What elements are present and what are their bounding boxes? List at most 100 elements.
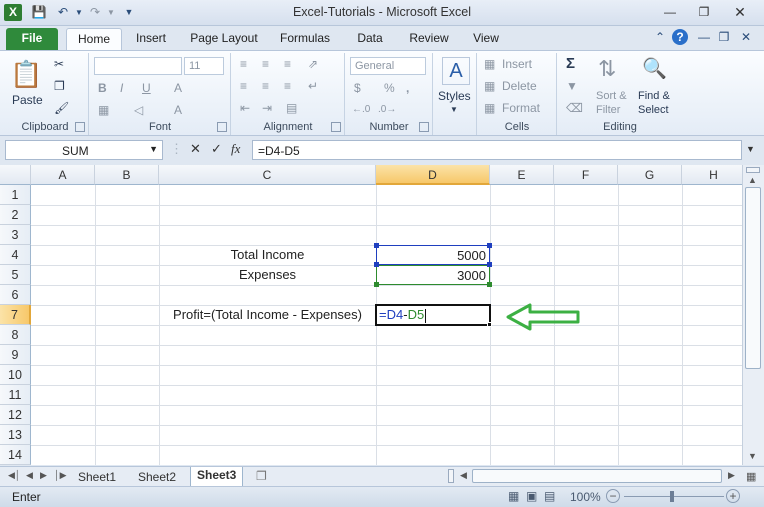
row-header-2[interactable]: 2 (0, 205, 31, 225)
vertical-scrollbar[interactable]: ▲ ▼ (742, 165, 764, 465)
tab-split-handle[interactable] (448, 469, 454, 483)
formula-input[interactable]: =D4-D5 (252, 140, 742, 160)
restore-icon[interactable]: ❐ (692, 4, 716, 20)
bold-button[interactable]: B (98, 79, 107, 97)
row-header-14[interactable]: 14 (0, 445, 31, 465)
cell-d4[interactable]: 5000 (376, 245, 490, 265)
last-sheet-icon[interactable]: │▶ (54, 470, 67, 481)
underline-button[interactable]: U (142, 79, 151, 97)
ref-handle[interactable] (487, 262, 492, 267)
zoom-track[interactable] (624, 496, 724, 497)
ref-handle[interactable] (374, 243, 379, 248)
align-left-icon[interactable]: ≡ (240, 77, 247, 95)
align-middle-icon[interactable]: ≡ (262, 55, 269, 73)
tab-formulas[interactable]: Formulas (272, 28, 338, 50)
sort-filter-label-2[interactable]: Filter (596, 101, 620, 119)
merge-center-icon[interactable]: ▤ (286, 99, 297, 117)
clipboard-launcher-icon[interactable] (75, 122, 85, 132)
autosum-button[interactable]: Σ (566, 55, 575, 73)
column-header-e[interactable]: E (490, 165, 554, 185)
workbook-close-icon[interactable]: ✕ (738, 29, 754, 45)
clear-icon[interactable]: ⌫ (566, 99, 583, 117)
grow-font-button[interactable]: A (174, 79, 182, 97)
row-header-4[interactable]: 4 (0, 245, 31, 265)
copy-icon[interactable]: ❐ (54, 77, 65, 95)
column-header-c[interactable]: C (159, 165, 376, 185)
scroll-left-icon[interactable]: ◀ (460, 470, 467, 481)
help-icon[interactable]: ? (672, 29, 688, 45)
select-all-corner[interactable] (0, 165, 31, 185)
align-center-icon[interactable]: ≡ (262, 77, 269, 95)
scroll-down-icon[interactable]: ▼ (748, 451, 757, 461)
active-cell-d7[interactable]: =D4-D5 (375, 304, 491, 326)
row-header-1[interactable]: 1 (0, 185, 31, 205)
orientation-icon[interactable]: ⇗ (308, 55, 318, 73)
paste-icon[interactable]: 📋 (10, 55, 44, 93)
cell-c4[interactable]: Total Income (159, 245, 376, 265)
sort-filter-icon[interactable]: ⇅ (598, 55, 616, 83)
comma-button[interactable]: , (406, 79, 409, 97)
row-header-9[interactable]: 9 (0, 345, 31, 365)
column-header-a[interactable]: A (31, 165, 95, 185)
expand-formula-bar-icon[interactable]: ▼ (746, 144, 755, 154)
find-select-label-2[interactable]: Select (638, 101, 669, 119)
increase-decimal-icon[interactable]: ←.0 (352, 101, 370, 119)
alignment-launcher-icon[interactable] (331, 122, 341, 132)
scroll-right-icon[interactable]: ▶ (728, 470, 735, 481)
prev-sheet-icon[interactable]: ◀ (26, 470, 33, 481)
cell-c5[interactable]: Expenses (159, 265, 376, 285)
sheet-tab-2[interactable]: Sheet2 (132, 469, 182, 485)
column-header-g[interactable]: G (618, 165, 682, 185)
currency-button[interactable]: $ (354, 79, 361, 97)
name-box-dropdown-icon[interactable]: ▼ (149, 144, 158, 154)
font-color-icon[interactable]: A (174, 101, 182, 119)
page-break-view-icon[interactable]: ▤ (544, 489, 555, 503)
sheet-tab-1[interactable]: Sheet1 (72, 469, 122, 485)
scroll-up-icon[interactable]: ▲ (748, 175, 757, 185)
tab-file[interactable]: File (6, 28, 58, 50)
tab-data[interactable]: Data (346, 28, 394, 50)
ref-handle[interactable] (487, 282, 492, 287)
tab-view[interactable]: View (462, 28, 510, 50)
minimize-icon[interactable]: — (658, 4, 682, 20)
align-bottom-icon[interactable]: ≡ (284, 55, 291, 73)
next-sheet-icon[interactable]: ▶ (40, 470, 47, 481)
column-header-d[interactable]: D (376, 165, 490, 185)
row-header-10[interactable]: 10 (0, 365, 31, 385)
wrap-text-icon[interactable]: ↵ (308, 77, 318, 95)
delete-cells-button[interactable]: Delete (502, 77, 537, 95)
align-right-icon[interactable]: ≡ (284, 77, 291, 95)
delete-cells-icon[interactable]: ▦ (484, 77, 495, 95)
fill-handle[interactable] (487, 322, 492, 327)
format-cells-icon[interactable]: ▦ (484, 99, 495, 117)
worksheet-grid[interactable]: A B C D E F G H 1 2 3 4 5 6 7 8 9 10 11 … (0, 165, 742, 465)
align-top-icon[interactable]: ≡ (240, 55, 247, 73)
fill-color-icon[interactable]: ◁ (134, 101, 143, 119)
page-layout-view-icon[interactable]: ▣ (526, 489, 537, 503)
close-icon[interactable]: ✕ (728, 4, 752, 20)
insert-function-icon[interactable]: fx (231, 141, 240, 157)
tab-page-layout[interactable]: Page Layout (184, 28, 264, 50)
column-header-f[interactable]: F (554, 165, 618, 185)
font-name-select[interactable] (94, 57, 182, 75)
row-header-7[interactable]: 7 (0, 305, 31, 325)
vertical-scroll-thumb[interactable] (745, 187, 761, 369)
name-box[interactable]: SUM ▼ (5, 140, 163, 160)
fill-icon[interactable]: ▼ (566, 77, 578, 95)
borders-icon[interactable]: ▦ (98, 101, 109, 119)
row-header-13[interactable]: 13 (0, 425, 31, 445)
cell-d5[interactable]: 3000 (376, 265, 490, 285)
column-header-h[interactable]: H (682, 165, 742, 185)
insert-cells-icon[interactable]: ▦ (484, 55, 495, 73)
increase-indent-icon[interactable]: ⇥ (262, 99, 272, 117)
tab-home[interactable]: Home (66, 28, 122, 51)
enter-icon[interactable]: ✓ (211, 141, 222, 157)
number-format-select[interactable]: General (350, 57, 426, 75)
first-sheet-icon[interactable]: ◀│ (8, 470, 21, 481)
minimize-ribbon-icon[interactable]: ⌃ (652, 29, 668, 45)
styles-icon[interactable]: A (442, 57, 470, 85)
tab-insert[interactable]: Insert (126, 28, 176, 50)
row-header-12[interactable]: 12 (0, 405, 31, 425)
paste-button[interactable]: Paste (12, 91, 43, 109)
zoom-slider-thumb[interactable] (670, 491, 674, 502)
